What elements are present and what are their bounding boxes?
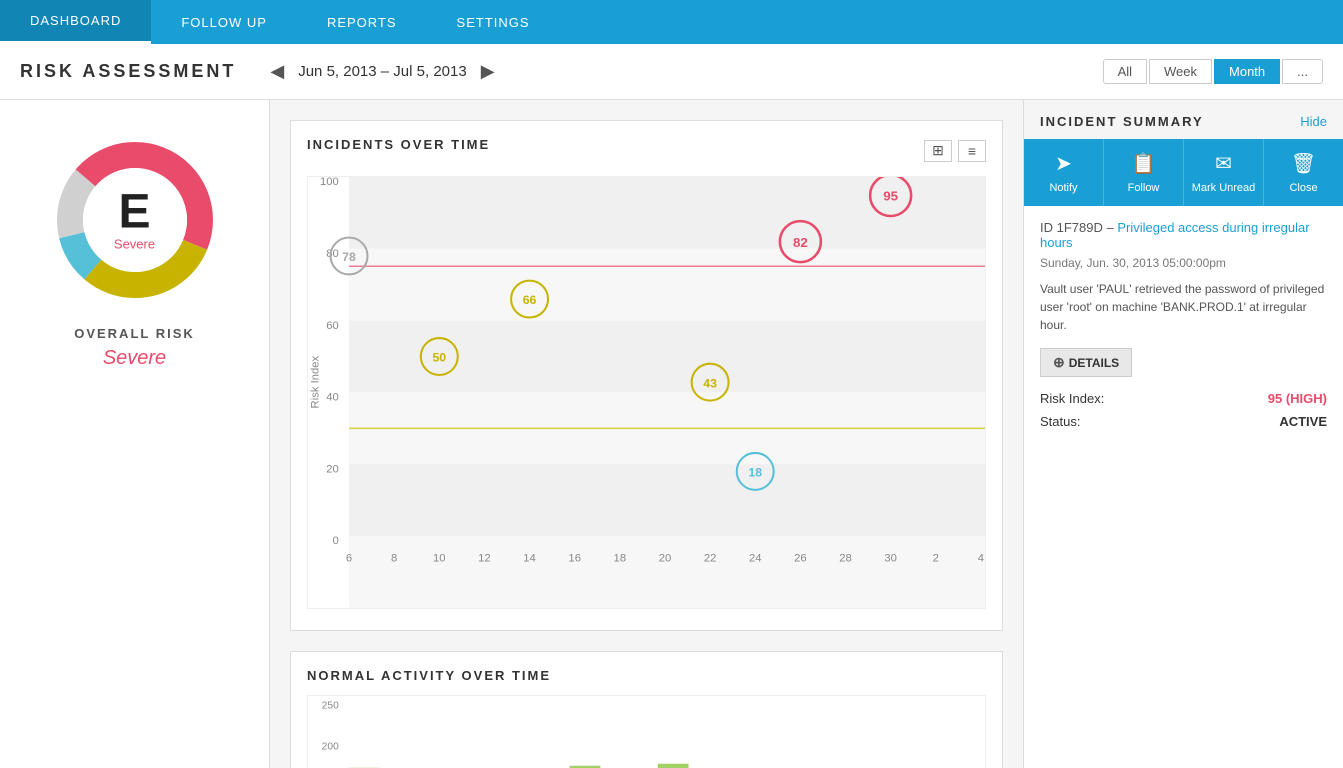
action-buttons: ➤ Notify 📋 Follow ✉ Mark Unread 🗑 Close xyxy=(1024,139,1343,206)
notify-label: Notify xyxy=(1049,182,1077,194)
incidents-chart-header: INCIDENTS OVER TIME ⊞ ≡ xyxy=(307,137,986,164)
svg-text:20: 20 xyxy=(659,553,672,565)
nav-settings[interactable]: SETTINGS xyxy=(427,0,560,44)
mark-unread-icon: ✉ xyxy=(1215,151,1232,176)
prev-date-arrow[interactable]: ◀ xyxy=(266,61,288,82)
normal-activity-title: NORMAL ACTIVITY OVER TIME xyxy=(307,668,986,683)
chart-list-view[interactable]: ≡ xyxy=(958,140,986,162)
incident-description: Vault user 'PAUL' retrieved the password… xyxy=(1040,280,1327,334)
incident-summary-title: INCIDENT SUMMARY xyxy=(1040,114,1204,129)
notify-icon: ➤ xyxy=(1055,151,1072,176)
svg-text:66: 66 xyxy=(523,293,537,307)
date-range-label: Jun 5, 2013 – Jul 5, 2013 xyxy=(298,63,466,80)
svg-text:78: 78 xyxy=(342,250,356,264)
svg-text:20: 20 xyxy=(326,463,339,475)
close-label: Close xyxy=(1289,182,1317,194)
svg-text:Risk Index: Risk Index xyxy=(309,355,321,408)
risk-index-value: 95 (HIGH) xyxy=(1268,391,1327,406)
status-label: Status: xyxy=(1040,414,1080,429)
risk-grade: E xyxy=(114,189,155,237)
svg-text:100: 100 xyxy=(320,176,339,188)
notify-button[interactable]: ➤ Notify xyxy=(1024,139,1104,206)
svg-text:8: 8 xyxy=(391,553,397,565)
svg-text:12: 12 xyxy=(478,553,491,565)
donut-center: E Severe xyxy=(114,189,155,252)
normal-activity-section: NORMAL ACTIVITY OVER TIME 250 200 150 xyxy=(290,651,1003,768)
follow-button[interactable]: 📋 Follow xyxy=(1104,139,1184,206)
filter-week[interactable]: Week xyxy=(1149,59,1212,84)
filter-all[interactable]: All xyxy=(1103,59,1147,84)
svg-text:22: 22 xyxy=(704,553,717,565)
status-row: Status: ACTIVE xyxy=(1040,414,1327,429)
incident-date: Sunday, Jun. 30, 2013 05:00:00pm xyxy=(1040,256,1327,270)
time-filters: All Week Month ... xyxy=(1103,59,1323,84)
svg-text:200: 200 xyxy=(322,741,339,752)
nav-followup[interactable]: FOLLOW UP xyxy=(151,0,297,44)
risk-index-row: Risk Index: 95 (HIGH) xyxy=(1040,391,1327,406)
overall-risk-value: Severe xyxy=(103,347,166,370)
next-date-arrow[interactable]: ▶ xyxy=(477,61,499,82)
center-panel: INCIDENTS OVER TIME ⊞ ≡ 100 80 60 4 xyxy=(270,100,1023,768)
svg-text:18: 18 xyxy=(614,553,627,565)
nav-reports[interactable]: REPORTS xyxy=(297,0,427,44)
svg-text:95: 95 xyxy=(883,189,898,204)
incident-id: ID 1F789D – Privileged access during irr… xyxy=(1040,220,1327,250)
plus-icon: ⊕ xyxy=(1053,354,1065,371)
bar-chart-svg: 250 200 150 xyxy=(307,695,986,768)
chart-scatter-view[interactable]: ⊞ xyxy=(924,140,952,162)
svg-text:18: 18 xyxy=(748,466,762,480)
mark-unread-button[interactable]: ✉ Mark Unread xyxy=(1184,139,1264,206)
svg-text:6: 6 xyxy=(346,553,352,565)
filter-month[interactable]: Month xyxy=(1214,59,1280,84)
risk-sublabel: Severe xyxy=(114,237,155,252)
svg-text:82: 82 xyxy=(793,235,808,250)
main-layout: E Severe OVERALL RISK Severe INCIDENTS O… xyxy=(0,100,1343,768)
donut-chart: E Severe xyxy=(45,130,225,310)
scatter-chart-svg: 100 80 60 40 20 0 Risk Index 6 8 10 12 xyxy=(307,176,986,609)
follow-icon: 📋 xyxy=(1131,151,1156,176)
svg-text:4: 4 xyxy=(978,553,984,565)
svg-text:40: 40 xyxy=(326,392,339,404)
svg-text:2: 2 xyxy=(933,553,939,565)
right-panel: INCIDENT SUMMARY Hide ➤ Notify 📋 Follow … xyxy=(1023,100,1343,768)
details-button[interactable]: ⊕ DETAILS xyxy=(1040,348,1132,377)
status-value: ACTIVE xyxy=(1279,414,1327,429)
svg-text:0: 0 xyxy=(333,535,339,547)
details-label: DETAILS xyxy=(1069,356,1119,370)
svg-text:250: 250 xyxy=(322,700,339,711)
close-button[interactable]: 🗑 Close xyxy=(1264,139,1343,206)
follow-label: Follow xyxy=(1128,182,1160,194)
svg-text:43: 43 xyxy=(703,376,717,390)
incident-body: ID 1F789D – Privileged access during irr… xyxy=(1024,206,1343,768)
svg-text:10: 10 xyxy=(433,553,446,565)
svg-text:28: 28 xyxy=(839,553,852,565)
svg-text:60: 60 xyxy=(326,320,339,332)
incident-summary-header: INCIDENT SUMMARY Hide xyxy=(1024,100,1343,139)
mark-unread-label: Mark Unread xyxy=(1192,182,1256,194)
svg-text:24: 24 xyxy=(749,553,762,565)
chart-view-icons: ⊞ ≡ xyxy=(924,140,986,162)
hide-button[interactable]: Hide xyxy=(1300,114,1327,129)
svg-text:50: 50 xyxy=(432,351,446,365)
nav-dashboard[interactable]: DASHBOARD xyxy=(0,0,151,44)
filter-more[interactable]: ... xyxy=(1282,59,1323,84)
incidents-chart-section: INCIDENTS OVER TIME ⊞ ≡ 100 80 60 4 xyxy=(290,120,1003,631)
incidents-title: INCIDENTS OVER TIME xyxy=(307,137,490,152)
svg-text:26: 26 xyxy=(794,553,807,565)
svg-text:30: 30 xyxy=(884,553,897,565)
risk-index-label: Risk Index: xyxy=(1040,391,1104,406)
top-nav: DASHBOARD FOLLOW UP REPORTS SETTINGS xyxy=(0,0,1343,44)
close-icon: 🗑 xyxy=(1291,151,1316,176)
left-panel: E Severe OVERALL RISK Severe xyxy=(0,100,270,768)
svg-text:16: 16 xyxy=(568,553,581,565)
date-navigation: ◀ Jun 5, 2013 – Jul 5, 2013 ▶ xyxy=(266,61,498,82)
header-bar: RISK ASSESSMENT ◀ Jun 5, 2013 – Jul 5, 2… xyxy=(0,44,1343,100)
overall-risk-label: OVERALL RISK xyxy=(74,326,195,341)
svg-text:14: 14 xyxy=(523,553,536,565)
page-title: RISK ASSESSMENT xyxy=(20,61,236,82)
